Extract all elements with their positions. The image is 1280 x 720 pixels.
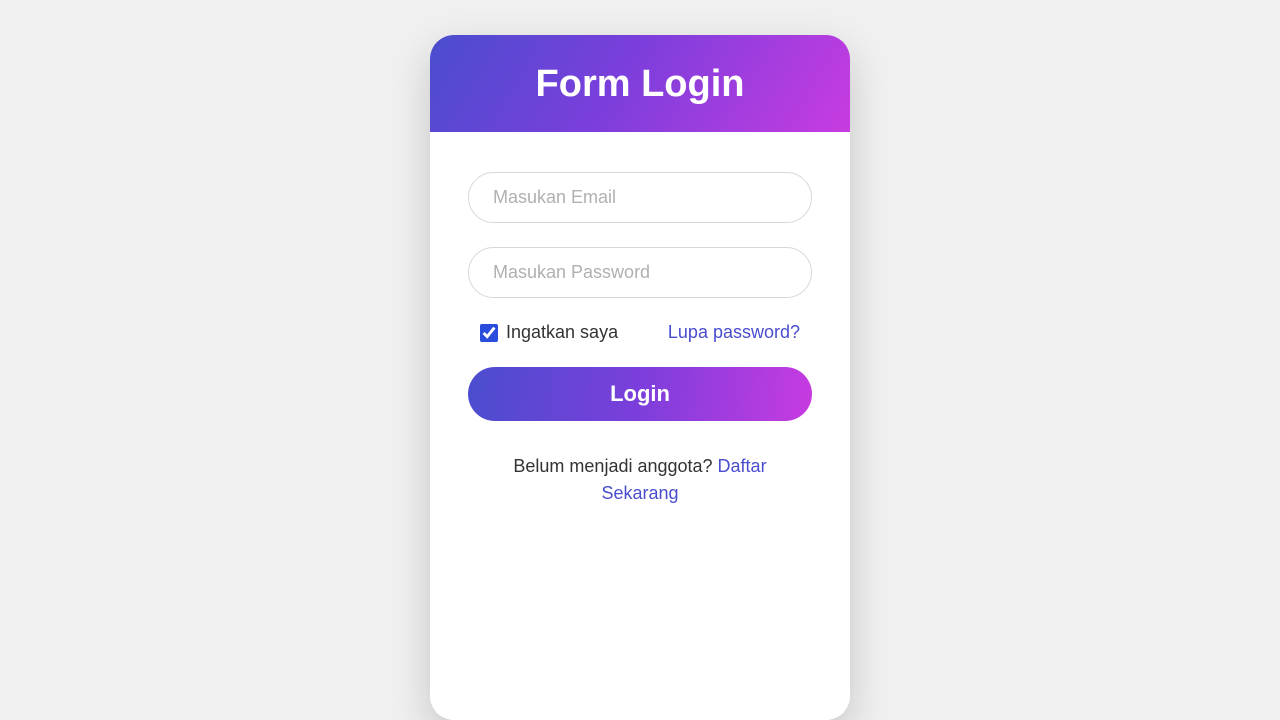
remember-label[interactable]: Ingatkan saya [506, 322, 618, 343]
remember-me: Ingatkan saya [480, 322, 618, 343]
signup-text: Belum menjadi anggota? Daftar Sekarang [468, 453, 812, 507]
card-header: Form Login [430, 35, 850, 132]
login-button[interactable]: Login [468, 367, 812, 421]
password-field[interactable] [468, 247, 812, 298]
forgot-password-link[interactable]: Lupa password? [668, 322, 800, 343]
options-row: Ingatkan saya Lupa password? [468, 322, 812, 343]
card-body: Ingatkan saya Lupa password? Login Belum… [430, 132, 850, 549]
remember-checkbox[interactable] [480, 324, 498, 342]
signup-prompt: Belum menjadi anggota? [513, 456, 717, 476]
login-card: Form Login Ingatkan saya Lupa password? … [430, 35, 850, 720]
form-title: Form Login [450, 63, 830, 106]
email-field[interactable] [468, 172, 812, 223]
